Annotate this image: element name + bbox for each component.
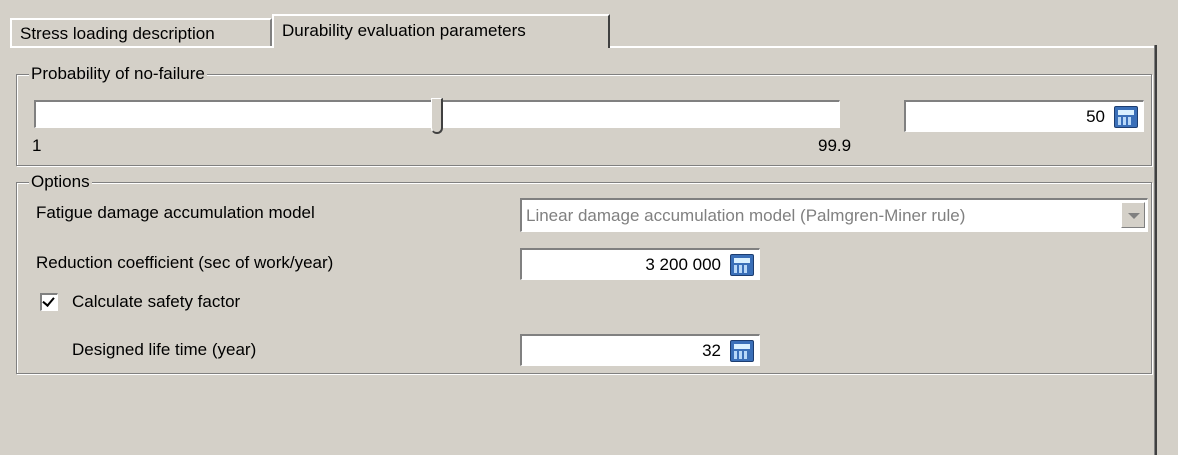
safety-factor-checkbox[interactable] <box>40 293 58 311</box>
fatigue-model-select[interactable]: Linear damage accumulation model (Palmgr… <box>520 198 1148 232</box>
fatigue-model-value: Linear damage accumulation model (Palmgr… <box>526 206 966 225</box>
chevron-down-icon[interactable] <box>1121 202 1145 228</box>
tab-stress-loading[interactable]: Stress loading description <box>10 18 272 46</box>
life-time-label: Designed life time (year) <box>72 340 257 359</box>
calculator-icon[interactable] <box>730 340 754 362</box>
tab-durability-evaluation[interactable]: Durability evaluation parameters <box>272 14 610 48</box>
slider-max-label: 99.9 <box>818 136 852 155</box>
probability-slider-thumb[interactable] <box>431 98 443 134</box>
safety-factor-label[interactable]: Calculate safety factor <box>72 292 240 312</box>
durability-dialog: Stress loading description Durability ev… <box>0 0 1178 455</box>
probability-group-title: Probability of no-failure <box>29 64 207 84</box>
calculator-icon[interactable] <box>730 254 754 276</box>
probability-input[interactable]: 50 <box>904 100 1144 132</box>
probability-value: 50 <box>1086 107 1105 126</box>
life-time-value: 32 <box>702 341 721 360</box>
life-time-input[interactable]: 32 <box>520 334 760 366</box>
fatigue-model-label: Fatigue damage accumulation model <box>36 203 315 222</box>
check-icon <box>42 294 55 307</box>
tab-durability-evaluation-label: Durability evaluation parameters <box>282 21 526 40</box>
reduction-coefficient-input[interactable]: 3 200 000 <box>520 248 760 280</box>
panel-right-edge <box>1154 45 1157 455</box>
reduction-coefficient-value: 3 200 000 <box>645 255 721 274</box>
options-group-title: Options <box>29 172 92 192</box>
slider-min-label: 1 <box>32 136 42 155</box>
reduction-coefficient-label: Reduction coefficient (sec of work/year) <box>36 253 334 272</box>
tab-stress-loading-label: Stress loading description <box>20 24 215 43</box>
calculator-icon[interactable] <box>1114 106 1138 128</box>
